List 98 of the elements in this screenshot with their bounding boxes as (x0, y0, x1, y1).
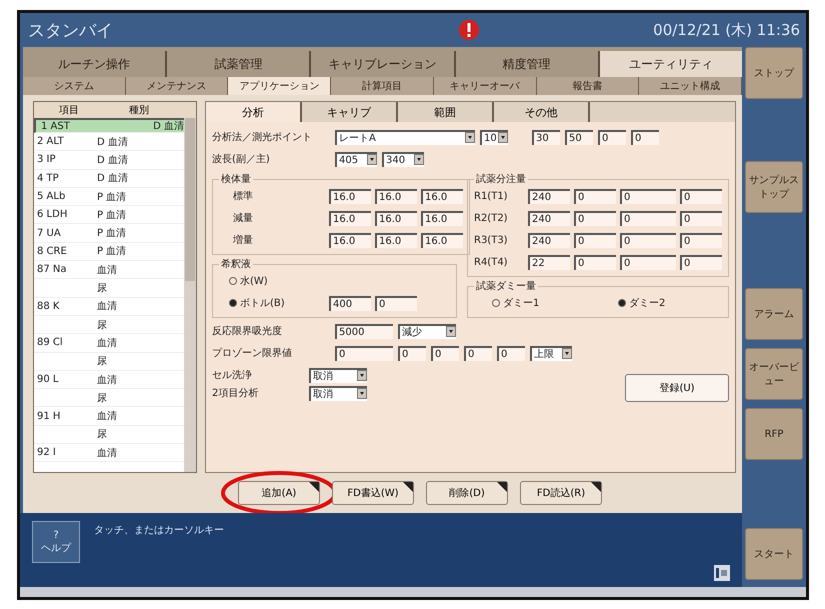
date-time: 00/12/21 (木) 11:36 (653, 20, 800, 40)
dropdown[interactable]: レートA (335, 130, 475, 144)
keyboard-icon[interactable] (714, 565, 730, 581)
screen-title: スタンバイ (28, 20, 114, 42)
field-label: 反応限界吸光度 (212, 324, 283, 338)
input-field[interactable]: 16.0 (329, 232, 371, 248)
field-label: 減量 (232, 212, 254, 225)
input-field[interactable]: 16.0 (329, 188, 371, 204)
input-field[interactable]: 0 (620, 188, 676, 204)
caret-icon (414, 154, 424, 164)
action-button[interactable]: 追加(A) (238, 481, 320, 505)
alert-icon[interactable] (458, 19, 480, 41)
radio-option[interactable]: ダミー1 (482, 296, 588, 310)
input-field[interactable]: 0 (574, 210, 616, 226)
input-field[interactable]: 0 (464, 346, 492, 360)
caret-icon (357, 388, 367, 398)
caret-icon (357, 370, 367, 380)
input-field[interactable]: 400 (329, 296, 371, 310)
input-field[interactable]: 0 (620, 232, 676, 248)
dropdown[interactable]: 10 (480, 130, 508, 144)
action-button[interactable]: FD書込(W) (332, 481, 414, 505)
input-field[interactable]: 0 (680, 254, 722, 270)
input-field[interactable]: 0 (335, 346, 393, 360)
field-label: 2項目分析 (212, 386, 260, 400)
field-label: 波長(副／主) (212, 152, 271, 166)
input-field[interactable]: 16.0 (375, 210, 417, 226)
side-button[interactable]: サンプルストップ (745, 161, 803, 213)
caret-icon (446, 326, 456, 336)
help-button[interactable]: ? ヘルプ (32, 521, 80, 563)
dropdown[interactable]: 340 (382, 152, 424, 166)
side-button[interactable]: オーバービュー (745, 348, 803, 400)
column-header: 項目 (58, 104, 80, 117)
input-field[interactable]: 0 (398, 346, 426, 360)
caret-icon (562, 348, 572, 358)
radio-option[interactable]: ボトル(B) (219, 296, 325, 310)
main-tab[interactable]: ユーティリティ (600, 51, 742, 77)
input-field[interactable]: 50 (565, 130, 593, 144)
input-field[interactable]: 0 (680, 188, 722, 204)
input-field[interactable]: 30 (532, 130, 560, 144)
side-button[interactable]: スタート (745, 528, 803, 580)
dropdown[interactable]: 取消 (309, 368, 367, 382)
caret-icon (498, 132, 508, 142)
side-button[interactable]: ストップ (745, 47, 803, 99)
input-field[interactable]: 240 (528, 188, 570, 204)
dropdown[interactable]: 405 (335, 152, 377, 166)
action-button[interactable]: FD読込(R) (520, 481, 602, 505)
field-label: R1(T1) (474, 190, 509, 202)
dropdown[interactable]: 取消 (309, 386, 367, 400)
caret-icon (367, 154, 377, 164)
side-button[interactable]: RFP (745, 408, 803, 460)
input-field[interactable]: 16.0 (421, 232, 463, 248)
input-field[interactable]: 240 (528, 210, 570, 226)
input-field[interactable]: 0 (620, 210, 676, 226)
caret-icon (465, 132, 475, 142)
input-field[interactable]: 0 (574, 188, 616, 204)
item-row[interactable]: 1 AST D 血清 (34, 118, 184, 133)
input-field[interactable]: 16.0 (329, 210, 371, 226)
radio-option[interactable]: ダミー2 (608, 296, 714, 310)
field-label: プロゾーン限界値 (212, 346, 293, 360)
field-label: セル洗浄 (212, 368, 253, 382)
input-field[interactable]: 0 (680, 210, 722, 226)
dropdown[interactable]: 上限 (530, 346, 572, 360)
field-label: R3(T3) (474, 234, 509, 246)
input-field[interactable]: 16.0 (421, 188, 463, 204)
input-field[interactable]: 0 (631, 130, 659, 144)
group-title: 希釈液 (220, 258, 252, 271)
action-button[interactable]: 削除(D) (426, 481, 508, 505)
column-header: 種別 (128, 104, 150, 117)
input-field[interactable]: 16.0 (375, 232, 417, 248)
field-label: 分析法／測光ポイント (212, 130, 313, 144)
input-field[interactable]: 0 (680, 232, 722, 248)
field-label: 増量 (232, 234, 254, 247)
field-label: 標準 (232, 190, 254, 203)
section-tab[interactable]: 分析 (206, 102, 302, 122)
radio-option[interactable]: 水(W) (219, 274, 325, 288)
input-field[interactable]: 0 (620, 254, 676, 270)
dropdown[interactable]: 減少 (398, 324, 456, 338)
input-field[interactable]: 0 (574, 254, 616, 270)
register-button[interactable]: 登録(U) (625, 374, 729, 402)
group-title: 検体量 (220, 172, 252, 186)
field-label: R4(T4) (474, 256, 509, 268)
input-field[interactable]: 0 (375, 296, 417, 310)
input-field[interactable]: 0 (598, 130, 626, 144)
message-text: タッチ、またはカーソルキー (94, 524, 224, 537)
input-field[interactable]: 16.0 (375, 188, 417, 204)
field-label: R2(T2) (474, 212, 509, 224)
input-field[interactable]: 16.0 (421, 210, 463, 226)
input-field[interactable]: 0 (497, 346, 525, 360)
input-field[interactable]: 0 (574, 232, 616, 248)
group-title: 試薬ダミー量 (475, 280, 537, 293)
input-field[interactable]: 22 (528, 254, 570, 270)
sub-tab[interactable]: アプリケーション (228, 77, 332, 95)
side-button[interactable]: アラーム (745, 288, 803, 340)
group-title: 試薬分注量 (475, 172, 527, 186)
input-field[interactable]: 5000 (335, 324, 393, 338)
scrollbar[interactable] (184, 118, 196, 472)
input-field[interactable]: 0 (431, 346, 459, 360)
input-field[interactable]: 240 (528, 232, 570, 248)
